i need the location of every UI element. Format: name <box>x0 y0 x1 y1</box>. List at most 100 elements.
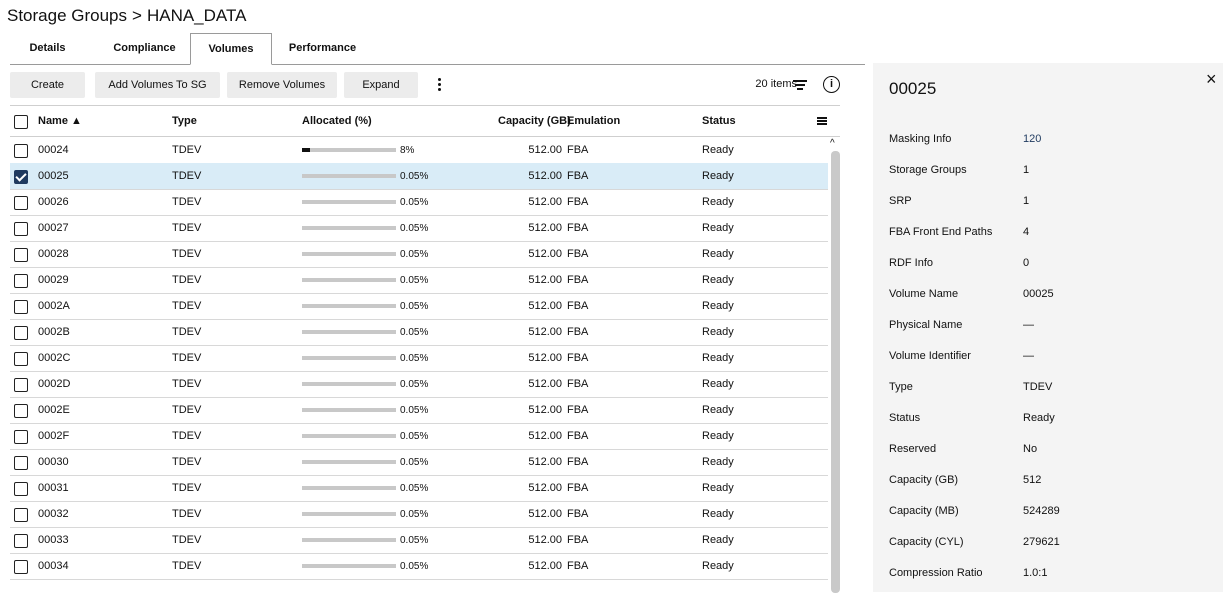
row-checkbox[interactable] <box>14 196 28 210</box>
volume-name[interactable]: 00028 <box>38 248 69 260</box>
row-checkbox[interactable] <box>14 404 28 418</box>
volume-name[interactable]: 00025 <box>38 170 69 182</box>
row-checkbox[interactable] <box>14 248 28 262</box>
table-row[interactable]: 00030 TDEV 0.05% 512.00 FBA Ready <box>10 449 828 476</box>
select-all-checkbox[interactable] <box>14 115 28 129</box>
col-type-header[interactable]: Type <box>172 115 197 127</box>
row-checkbox[interactable] <box>14 430 28 444</box>
col-emulation-header[interactable]: Emulation <box>567 115 620 127</box>
capacity-value: 512.00 <box>528 274 562 286</box>
volume-type: TDEV <box>172 378 202 390</box>
volume-name[interactable]: 0002A <box>38 300 70 312</box>
col-allocated-header[interactable]: Allocated (%) <box>302 115 372 127</box>
row-checkbox[interactable] <box>14 560 28 574</box>
row-checkbox[interactable] <box>14 508 28 522</box>
column-menu-icon[interactable] <box>817 117 827 125</box>
volume-name[interactable]: 00029 <box>38 274 69 286</box>
status-value: Ready <box>702 404 734 416</box>
add-volumes-button[interactable]: Add Volumes To SG <box>95 72 220 98</box>
table-row[interactable]: 00029 TDEV 0.05% 512.00 FBA Ready <box>10 267 828 294</box>
volume-name[interactable]: 0002D <box>38 378 70 390</box>
table-row[interactable]: 0002E TDEV 0.05% 512.00 FBA Ready <box>10 397 828 424</box>
allocated-value: 0.05% <box>400 431 429 442</box>
status-value: Ready <box>702 300 734 312</box>
row-checkbox[interactable] <box>14 170 28 184</box>
table-row[interactable]: 00032 TDEV 0.05% 512.00 FBA Ready <box>10 501 828 528</box>
row-checkbox[interactable] <box>14 222 28 236</box>
table-scrollbar[interactable]: ^ <box>830 137 840 593</box>
row-checkbox[interactable] <box>14 326 28 340</box>
capacity-value: 512.00 <box>528 534 562 546</box>
capacity-value: 512.00 <box>528 352 562 364</box>
table-row[interactable]: 00031 TDEV 0.05% 512.00 FBA Ready <box>10 475 828 502</box>
volume-name[interactable]: 00032 <box>38 508 69 520</box>
scroll-up-icon[interactable]: ^ <box>830 139 835 149</box>
tab-performance[interactable]: Performance <box>275 33 370 63</box>
status-value: Ready <box>702 560 734 572</box>
more-actions-icon[interactable] <box>436 76 442 94</box>
allocated-value: 0.05% <box>400 275 429 286</box>
detail-value[interactable]: 120 <box>1023 133 1041 145</box>
volume-name[interactable]: 0002C <box>38 352 70 364</box>
allocated-value: 0.05% <box>400 197 429 208</box>
table-row[interactable]: 0002B TDEV 0.05% 512.00 FBA Ready <box>10 319 828 346</box>
status-value: Ready <box>702 508 734 520</box>
allocated-value: 0.05% <box>400 223 429 234</box>
row-checkbox[interactable] <box>14 534 28 548</box>
row-checkbox[interactable] <box>14 144 28 158</box>
capacity-value: 512.00 <box>528 196 562 208</box>
scrollbar-thumb[interactable] <box>831 151 840 593</box>
table-row[interactable]: 0002A TDEV 0.05% 512.00 FBA Ready <box>10 293 828 320</box>
volume-details-panel: 00025 × Masking Info 120 Storage Groups 1 SR… <box>873 63 1223 592</box>
detail-label: Volume Name <box>889 288 959 300</box>
volume-name[interactable]: 00024 <box>38 144 69 156</box>
status-value: Ready <box>702 274 734 286</box>
tab-volumes[interactable]: Volumes <box>190 33 272 65</box>
row-checkbox[interactable] <box>14 352 28 366</box>
detail-value: 1 <box>1023 164 1030 176</box>
close-icon[interactable]: × <box>1206 69 1217 90</box>
volume-type: TDEV <box>172 144 202 156</box>
expand-button[interactable]: Expand <box>344 72 418 98</box>
table-row[interactable]: 00026 TDEV 0.05% 512.00 FBA Ready <box>10 189 828 216</box>
remove-volumes-button[interactable]: Remove Volumes <box>227 72 337 98</box>
volume-name[interactable]: 00034 <box>38 560 69 572</box>
volume-name[interactable]: 0002F <box>38 430 69 442</box>
col-capacity-header[interactable]: Capacity (GB) <box>498 115 571 127</box>
table-row[interactable]: 0002F TDEV 0.05% 512.00 FBA Ready <box>10 423 828 450</box>
col-name-header[interactable]: Name ▲ <box>38 115 82 127</box>
volume-type: TDEV <box>172 170 202 182</box>
table-row[interactable]: 0002C TDEV 0.05% 512.00 FBA Ready <box>10 345 828 372</box>
row-checkbox[interactable] <box>14 456 28 470</box>
detail-label: Capacity (MB) <box>889 505 959 517</box>
volume-name[interactable]: 0002E <box>38 404 70 416</box>
create-button[interactable]: Create <box>10 72 85 98</box>
volume-name[interactable]: 00030 <box>38 456 69 468</box>
row-checkbox[interactable] <box>14 378 28 392</box>
table-row[interactable]: 00028 TDEV 0.05% 512.00 FBA Ready <box>10 241 828 268</box>
filter-icon[interactable] <box>793 80 807 90</box>
table-row[interactable]: 00033 TDEV 0.05% 512.00 FBA Ready <box>10 527 828 554</box>
tab-details[interactable]: Details <box>10 33 85 63</box>
row-checkbox[interactable] <box>14 300 28 314</box>
table-row[interactable]: 00025 TDEV 0.05% 512.00 FBA Ready <box>10 163 828 190</box>
tab-compliance[interactable]: Compliance <box>92 33 197 63</box>
volume-name[interactable]: 00031 <box>38 482 69 494</box>
row-checkbox[interactable] <box>14 482 28 496</box>
info-icon[interactable]: i <box>823 76 840 93</box>
panel-title: 00025 <box>889 79 937 98</box>
table-row[interactable]: 00034 TDEV 0.05% 512.00 FBA Ready <box>10 553 828 580</box>
row-checkbox[interactable] <box>14 274 28 288</box>
volume-name[interactable]: 00026 <box>38 196 69 208</box>
volume-type: TDEV <box>172 196 202 208</box>
breadcrumb-parent[interactable]: Storage Groups <box>7 6 127 25</box>
volume-name[interactable]: 00033 <box>38 534 69 546</box>
emulation-value: FBA <box>567 248 589 260</box>
table-row[interactable]: 0002D TDEV 0.05% 512.00 FBA Ready <box>10 371 828 398</box>
table-row[interactable]: 00027 TDEV 0.05% 512.00 FBA Ready <box>10 215 828 242</box>
detail-value: No <box>1023 443 1038 455</box>
volume-name[interactable]: 0002B <box>38 326 70 338</box>
table-row[interactable]: 00024 TDEV 8% 512.00 FBA Ready <box>10 137 828 164</box>
volume-name[interactable]: 00027 <box>38 222 69 234</box>
col-status-header[interactable]: Status <box>702 115 736 127</box>
